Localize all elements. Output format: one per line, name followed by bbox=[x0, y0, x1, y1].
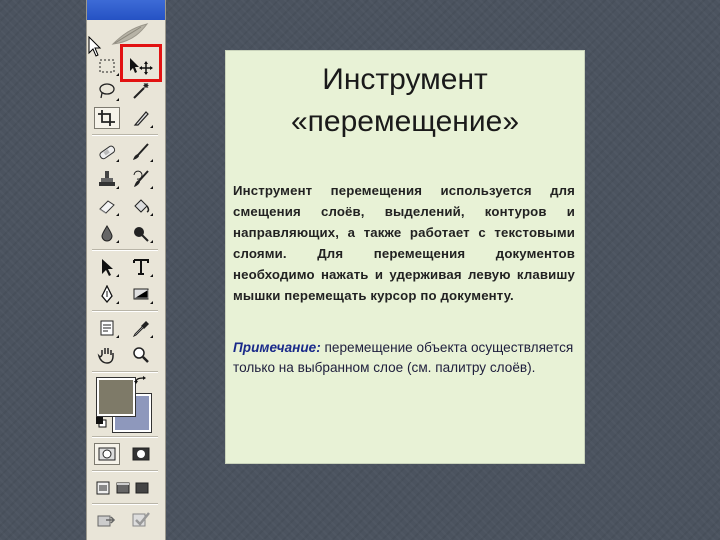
quick-mask-button[interactable] bbox=[128, 443, 154, 465]
title-line-1: Инструмент bbox=[322, 63, 488, 96]
note-paragraph: Примечание: перемещение объекта осуществ… bbox=[233, 338, 578, 378]
title-line-2: «перемещение» bbox=[290, 105, 520, 138]
hand-icon bbox=[97, 348, 114, 364]
lasso-tool[interactable] bbox=[94, 80, 120, 102]
type-tool[interactable] bbox=[128, 256, 154, 278]
type-t-icon bbox=[133, 259, 149, 275]
rectangle-tool[interactable] bbox=[128, 283, 154, 305]
checkmark-button[interactable] bbox=[128, 509, 154, 531]
screen-mode-icon bbox=[116, 482, 130, 494]
stamp-icon bbox=[99, 171, 115, 186]
dodge-tool[interactable] bbox=[128, 222, 154, 244]
toolbox-separator bbox=[92, 310, 158, 312]
marquee-icon bbox=[99, 59, 115, 73]
move-tool-highlight bbox=[120, 44, 162, 82]
panel-title: Инструмент «перемещение» bbox=[226, 59, 584, 143]
zoom-tool[interactable] bbox=[128, 344, 154, 366]
toolbox-separator bbox=[92, 436, 158, 438]
marquee-tool[interactable] bbox=[94, 55, 120, 77]
pen-tool[interactable] bbox=[94, 283, 120, 305]
tool-description: Инструмент перемещения используется для … bbox=[233, 183, 575, 303]
healing-brush-tool[interactable] bbox=[94, 141, 120, 163]
magic-wand-tool[interactable] bbox=[128, 80, 154, 102]
feather-logo-icon bbox=[111, 23, 149, 45]
toolbox-separator bbox=[92, 470, 158, 472]
eyedropper-icon bbox=[132, 321, 149, 337]
eyedropper-tool[interactable] bbox=[128, 317, 154, 339]
paint-bucket-icon bbox=[134, 199, 150, 213]
slice-icon bbox=[133, 111, 149, 126]
toolbox-title-bar[interactable] bbox=[87, 0, 165, 20]
slice-tool[interactable] bbox=[128, 107, 154, 129]
lasso-icon bbox=[99, 83, 115, 99]
standard-mode-icon bbox=[98, 447, 116, 461]
checkmark-icon bbox=[132, 512, 150, 527]
standard-screen-mode[interactable] bbox=[92, 477, 114, 499]
toolbox-separator bbox=[92, 503, 158, 505]
notes-icon bbox=[100, 320, 114, 336]
jump-to-imageready-button[interactable] bbox=[94, 509, 120, 531]
hand-tool[interactable] bbox=[94, 344, 120, 366]
droplet-icon bbox=[101, 225, 113, 242]
magnifier-icon bbox=[133, 347, 149, 363]
notes-tool[interactable] bbox=[94, 317, 120, 339]
dodge-icon bbox=[134, 227, 149, 242]
history-brush-tool[interactable] bbox=[128, 168, 154, 190]
magic-wand-icon bbox=[133, 83, 149, 99]
pen-nib-icon bbox=[101, 285, 113, 303]
toolbox-separator bbox=[92, 249, 158, 251]
screen-mode-icon bbox=[96, 481, 110, 495]
jump-to-icon bbox=[97, 515, 116, 527]
bandage-icon bbox=[99, 145, 116, 160]
foreground-color-swatch[interactable] bbox=[96, 377, 136, 417]
clone-stamp-tool[interactable] bbox=[94, 168, 120, 190]
brush-tool[interactable] bbox=[128, 141, 154, 163]
toolbox-separator bbox=[92, 371, 158, 373]
default-colors-icon[interactable] bbox=[95, 416, 107, 428]
paint-bucket-tool[interactable] bbox=[128, 195, 154, 217]
full-screen-menu-mode[interactable] bbox=[113, 477, 133, 499]
screen-mode-icon bbox=[135, 482, 149, 494]
rectangle-shape-icon bbox=[133, 288, 149, 300]
brush-icon bbox=[133, 143, 149, 160]
eraser-tool[interactable] bbox=[94, 195, 120, 217]
crop-icon bbox=[98, 110, 115, 126]
crop-tool[interactable] bbox=[94, 107, 120, 129]
blur-tool[interactable] bbox=[94, 222, 120, 244]
standard-mode-button[interactable] bbox=[94, 443, 120, 465]
full-screen-mode[interactable] bbox=[132, 477, 152, 499]
mouse-cursor-icon bbox=[88, 36, 102, 57]
path-selection-arrow-icon bbox=[102, 259, 113, 276]
path-selection-tool[interactable] bbox=[94, 256, 120, 278]
toolbox-separator bbox=[92, 134, 158, 136]
quick-mask-icon bbox=[132, 447, 150, 461]
note-label: Примечание: bbox=[233, 340, 321, 355]
history-brush-icon bbox=[133, 170, 149, 187]
swap-colors-icon[interactable] bbox=[134, 376, 148, 390]
eraser-icon bbox=[99, 200, 115, 214]
info-panel: Инструмент «перемещение» Инструмент пере… bbox=[225, 50, 585, 464]
